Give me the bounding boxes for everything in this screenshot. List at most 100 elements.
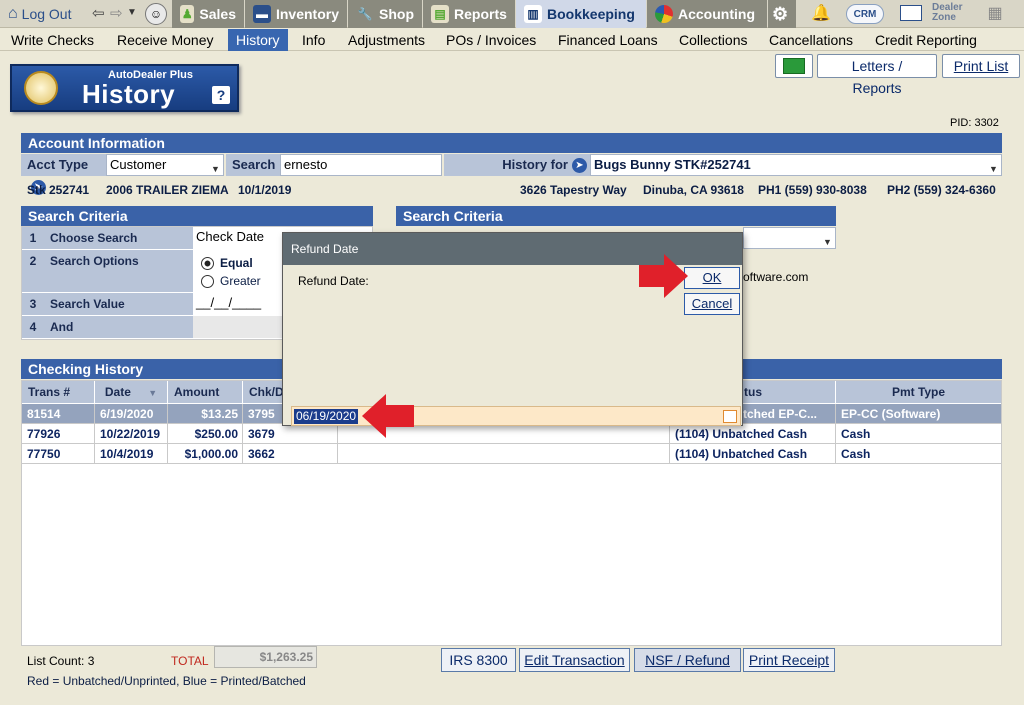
tab-accounting[interactable]: Accounting: [647, 0, 767, 28]
total-value: $1,263.25: [214, 646, 317, 668]
history-for-label: History for: [444, 154, 590, 176]
calendar-icon[interactable]: [723, 410, 737, 423]
subnav-financed-loans[interactable]: Financed Loans: [550, 29, 666, 51]
irs-8300-button[interactable]: IRS 8300: [441, 648, 516, 672]
cell-status[interactable]: tched EP-C...: [738, 404, 836, 424]
bell-icon[interactable]: 🔔: [810, 3, 832, 25]
cell-date[interactable]: 10/4/2019: [95, 444, 168, 464]
color-legend: Red = Unbatched/Unprinted, Blue = Printe…: [27, 674, 306, 688]
col-trans[interactable]: Trans #: [22, 381, 94, 403]
radio-checked-icon: [201, 256, 214, 270]
subnav-cancellations[interactable]: Cancellations: [761, 29, 861, 51]
logout-button[interactable]: ⌂ Log Out: [8, 4, 72, 24]
cell-date[interactable]: 6/19/2020: [95, 404, 168, 424]
cell-blank[interactable]: [338, 424, 670, 444]
user-avatar-icon[interactable]: ☺: [145, 3, 167, 25]
cell-chk[interactable]: 3662: [243, 444, 338, 464]
nsf-refund-button[interactable]: NSF / Refund: [634, 648, 741, 672]
tab-reports[interactable]: ▤ Reports: [423, 0, 515, 28]
subnav-info[interactable]: Info: [294, 29, 333, 51]
settings-button[interactable]: ⚙: [768, 0, 796, 28]
clock-icon: [24, 71, 58, 105]
cell-amount[interactable]: $1,000.00: [168, 444, 243, 464]
dealer-zone-label[interactable]: Dealer Zone: [932, 3, 966, 23]
cell-blank[interactable]: [338, 444, 670, 464]
print-list-button[interactable]: Print List: [942, 54, 1020, 78]
calculator-icon[interactable]: ▦: [984, 3, 1006, 25]
list-count: List Count: 3: [27, 654, 95, 668]
row-number: 3: [22, 293, 44, 315]
car-icon: ▬: [253, 5, 271, 23]
choose-search-select[interactable]: Check Date: [193, 227, 282, 249]
choose-search-label: Choose Search: [44, 227, 193, 249]
cell-date[interactable]: 10/22/2019: [95, 424, 168, 444]
option-greater-label: Greater: [220, 274, 261, 288]
chevron-down-icon: ▼: [823, 237, 832, 247]
top-nav: ⌂ Log Out ⇦ ⇨ ▼ ☺ ♟ Sales ▬ Inventory 🔧 Sho…: [0, 0, 1024, 28]
acct-type-select[interactable]: Customer ▼: [106, 154, 224, 176]
back-arrow-icon[interactable]: ⇦: [92, 4, 105, 22]
col-amount[interactable]: Amount: [168, 381, 242, 403]
cancel-button[interactable]: Cancel: [684, 293, 740, 315]
export-folder-button[interactable]: [775, 54, 813, 78]
option-greater-radio[interactable]: Greater: [201, 274, 261, 288]
print-receipt-button[interactable]: Print Receipt: [743, 648, 835, 672]
and-label: And: [44, 316, 193, 338]
col-date[interactable]: Date ▼: [95, 381, 167, 403]
history-dropdown-icon[interactable]: ▼: [127, 7, 137, 18]
cell-status[interactable]: (1104) Unbatched Cash: [670, 444, 836, 464]
acct-type-label: Acct Type ➤: [21, 154, 106, 196]
tab-inventory[interactable]: ▬ Inventory: [245, 0, 347, 28]
edit-transaction-button[interactable]: Edit Transaction: [519, 648, 630, 672]
subnav-pos-invoices[interactable]: POs / Invoices: [438, 29, 544, 51]
col-pmt-type[interactable]: Pmt Type: [836, 381, 1001, 403]
tab-shop[interactable]: 🔧 Shop: [348, 0, 422, 28]
subnav-adjustments[interactable]: Adjustments: [340, 29, 433, 51]
cell-amount[interactable]: $13.25: [168, 404, 243, 424]
chevron-down-icon: ▼: [211, 164, 220, 174]
cell-trans[interactable]: 77926: [22, 424, 95, 444]
criteria-select[interactable]: ▼: [743, 227, 836, 249]
cell-pmt[interactable]: Cash: [836, 444, 1002, 464]
tab-sales[interactable]: ♟ Sales: [172, 0, 244, 28]
acct-type-label-text: Acct Type: [27, 157, 89, 172]
cell-pmt[interactable]: Cash: [836, 424, 1002, 444]
search-options-label: Search Options: [44, 250, 193, 292]
cell-pmt[interactable]: EP-CC (Software): [836, 404, 1002, 424]
sub-nav: Write Checks Receive Money History Info …: [0, 29, 1024, 51]
forward-arrow-icon[interactable]: ⇨: [110, 4, 123, 22]
subnav-write-checks[interactable]: Write Checks: [3, 29, 102, 51]
history-for-lookup-icon[interactable]: ➤: [572, 158, 587, 173]
cell-trans[interactable]: 81514: [22, 404, 95, 424]
wrench-icon: 🔧: [357, 7, 373, 21]
tab-accounting-label: Accounting: [678, 6, 755, 22]
red-arrow-icon: [386, 405, 414, 427]
subnav-receive-money[interactable]: Receive Money: [109, 29, 222, 51]
cell-chk[interactable]: 3679: [243, 424, 338, 444]
cell-status[interactable]: (1104) Unbatched Cash: [670, 424, 836, 444]
search-value-input[interactable]: __/__/____: [193, 293, 282, 315]
search-input[interactable]: ernesto: [280, 154, 442, 176]
cell-amount[interactable]: $250.00: [168, 424, 243, 444]
col-status[interactable]: tus: [738, 381, 835, 403]
red-arrow-head-icon: [362, 394, 386, 438]
tab-shop-label: Shop: [379, 6, 414, 22]
dealer-zone-icon[interactable]: [900, 5, 922, 21]
option-equal-radio[interactable]: Equal: [201, 256, 253, 270]
chevron-down-icon: ▼: [989, 164, 998, 174]
tab-inventory-label: Inventory: [275, 6, 339, 22]
subnav-credit-reporting[interactable]: Credit Reporting: [867, 29, 985, 51]
history-for-select[interactable]: Bugs Bunny STK#252741 ▼: [590, 154, 1002, 176]
salesperson-icon: ♟: [180, 5, 195, 23]
refund-date-input[interactable]: 06/19/2020: [291, 406, 741, 426]
subnav-history[interactable]: History: [228, 29, 288, 51]
letters-reports-button[interactable]: Letters / Reports: [817, 54, 937, 96]
ok-button[interactable]: OK: [684, 267, 740, 289]
and-value-input[interactable]: [193, 316, 282, 338]
cell-trans[interactable]: 77750: [22, 444, 95, 464]
tab-bookkeeping[interactable]: ▥ Bookkeeping: [516, 0, 646, 28]
help-icon[interactable]: ?: [212, 86, 230, 104]
crm-button[interactable]: CRM: [846, 4, 884, 24]
red-arrow-icon: [639, 265, 665, 287]
subnav-collections[interactable]: Collections: [671, 29, 755, 51]
